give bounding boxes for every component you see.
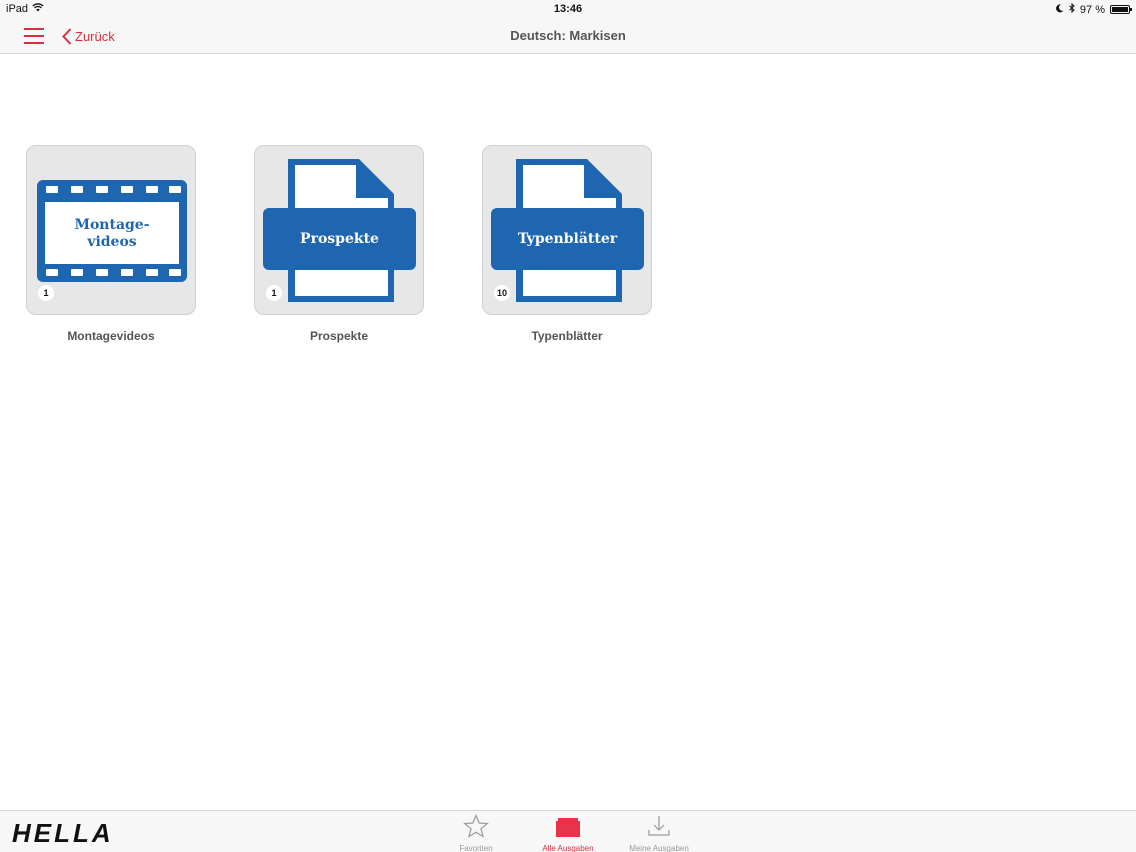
tile-montagevideos[interactable]: Montage- videos 1 Montagevideos (26, 145, 198, 343)
folder-icon (556, 818, 580, 837)
tile-label[interactable]: Prospekte (254, 329, 424, 343)
navigation-bar: Zurück Deutsch: Markisen (0, 18, 1136, 54)
status-time: 13:46 (553, 3, 583, 15)
moon-icon (1056, 3, 1064, 16)
count-badge: 1 (266, 285, 282, 301)
battery-percent: 97 % (1079, 3, 1105, 16)
tab-alle-ausgaben[interactable]: Alle Ausgaben (528, 814, 608, 852)
hella-logo: HELLA (12, 818, 114, 848)
battery-fill (1112, 7, 1128, 12)
tile-thumbnail[interactable]: Montage- videos 1 (26, 145, 196, 315)
battery-icon (1110, 5, 1132, 14)
page-title: Deutsch: Markisen (510, 28, 626, 43)
download-icon (648, 816, 670, 836)
tab-label: Favoriten (459, 844, 493, 852)
tile-label[interactable]: Typenblätter (482, 329, 652, 343)
tile-icon-text: Typenblätter (517, 231, 618, 247)
tile-icon-text: Prospekte (300, 231, 379, 247)
status-bar: iPad 13:46 97 % (0, 0, 1136, 18)
tab-label: Meine Ausgaben (629, 844, 689, 852)
tab-meine-ausgaben[interactable]: Meine Ausgaben (619, 814, 699, 852)
count-badge: 1 (38, 285, 54, 301)
tab-bar: HELLA Favoriten Alle Ausgaben Meine Ausg… (0, 810, 1136, 852)
tile-thumbnail[interactable]: Prospekte 1 (254, 145, 424, 315)
star-icon (463, 813, 489, 838)
tile-prospekte[interactable]: Prospekte 1 Prospekte (254, 145, 426, 343)
tab-favoriten[interactable]: Favoriten (436, 813, 516, 852)
tile-thumbnail[interactable]: Typenblätter 10 (482, 145, 652, 315)
bluetooth-icon (1069, 2, 1075, 16)
app-screen: iPad 13:46 97 % Zurück Deutsch: Markisen… (0, 0, 1136, 852)
tile-label[interactable]: Montagevideos (26, 329, 196, 343)
status-right: 97 % (1056, 2, 1132, 16)
tile-typenblaetter[interactable]: Typenblätter 10 Typenblätter (482, 145, 654, 343)
tab-label: Alle Ausgaben (542, 844, 594, 852)
count-badge: 10 (494, 285, 511, 301)
tile-icon-text: Montage- videos (74, 217, 150, 250)
